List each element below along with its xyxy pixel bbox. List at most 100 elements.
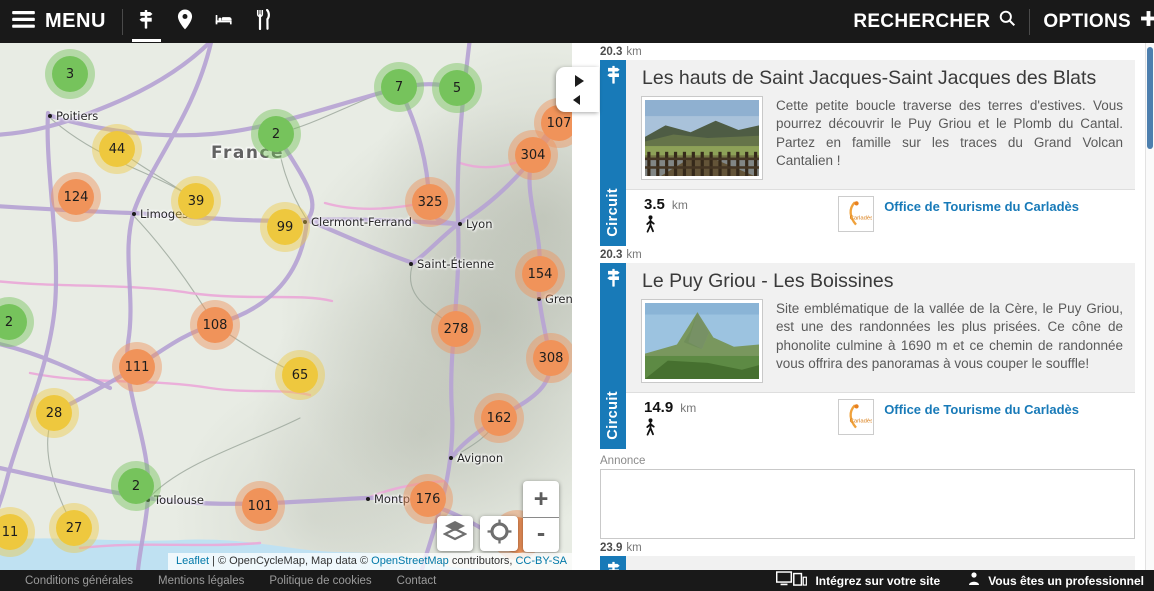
map-cluster-3[interactable]: 3 [52,56,88,92]
provider-block: Carladès Office de Tourisme du Carladès [838,399,1079,442]
map-cluster-108[interactable]: 108 [197,307,233,343]
svg-text:Carladès: Carladès [850,418,872,424]
scrollbar-thumb[interactable] [1147,47,1153,149]
panel-scrollbar[interactable] [1145,43,1154,570]
result-distance-label: 23.9km [600,542,1135,554]
zoom-in-button[interactable]: + [523,482,559,517]
hamburger-icon [12,11,35,33]
city-dot [409,262,413,266]
arrow-right-icon[interactable] [575,75,584,87]
attribution-text: contributors, [449,555,516,567]
bed-icon [215,9,233,35]
distance-unit: km [626,249,641,261]
tab-places[interactable] [166,0,205,43]
result-list: 20.3 km Circuit Les hauts de Saint Jacques-… [600,43,1135,570]
result-thumbnail[interactable] [642,300,762,382]
category-label: Circuit [605,391,621,440]
card-content: Le Puy Griou - Les BoissinesSite embléma… [626,263,1135,392]
map-pin-icon [176,9,194,35]
provider-logo[interactable]: Carladès [838,399,874,435]
map-cluster-308[interactable]: 308 [533,340,569,376]
category-bar: Circuit [600,60,626,246]
map-cluster-44[interactable]: 44 [99,131,135,167]
map-attribution: Leaflet | © OpenCycleMap, Map data © Ope… [168,553,572,570]
search-label: RECHERCHER [853,11,990,33]
map-cluster-124[interactable]: 124 [58,179,94,215]
map-cluster-99[interactable]: 99 [267,209,303,245]
tab-lodging[interactable] [205,0,244,43]
map-canvas[interactable]: France PoitiersLimogesClermont-FerrandLy… [0,43,572,570]
tab-trails[interactable] [127,0,166,43]
tab-restaurants[interactable] [244,0,283,43]
map-cluster-65[interactable]: 65 [282,357,318,393]
menu-button[interactable]: MENU [0,10,122,33]
map-cluster-325[interactable]: 325 [412,184,448,220]
trail-length-unit: km [680,401,696,415]
map-cluster-304[interactable]: 304 [515,137,551,173]
result-title[interactable]: Le Puy Griou - Les Boissines [642,270,1125,293]
embed-site-button[interactable]: Intégrez sur votre site [776,571,940,591]
result-card[interactable]: Circuit Le Puy Griou - Les BoissinesSite … [600,263,1135,449]
map-cluster-278[interactable]: 278 [438,311,474,347]
map-cluster-162[interactable]: 162 [481,400,517,436]
map-cluster-154[interactable]: 154 [522,256,558,292]
topbar-tabs [127,0,283,43]
attribution-link[interactable]: OpenStreetMap [371,555,449,567]
footer-link-mentions-l-gales[interactable]: Mentions légales [158,575,244,587]
city-dot [303,220,307,224]
card-main: Les hauts de Saint Jacques-Saint Jacques… [626,60,1135,246]
zoom-out-button[interactable]: - [523,517,559,552]
provider-link[interactable]: Office de Tourisme du Carladès [884,402,1079,417]
map-cluster-176[interactable]: 176 [410,481,446,517]
distance-value: 20.3 [600,249,622,261]
devices-icon [776,571,807,591]
map-cluster-101[interactable]: 101 [242,488,278,524]
trail-length: 3.5km [644,196,688,239]
map-cluster-27[interactable]: 27 [56,510,92,546]
result-card[interactable]: Circuit Les hauts de Saint Jacques-Saint … [600,60,1135,246]
arrow-left-icon[interactable] [573,95,580,105]
category-label: Circuit [605,188,621,237]
card-main: Le Puy Griou - Les BoissinesSite embléma… [626,263,1135,449]
map-city-avignon: Avignon [449,451,503,465]
category-bar [600,556,626,570]
city-dot [449,456,453,460]
plus-icon [1140,10,1154,33]
provider-link[interactable]: Office de Tourisme du Carladès [884,199,1079,214]
ad-placeholder [600,469,1135,539]
topbar-right: RECHERCHER OPTIONS [840,0,1154,43]
category-bar: Circuit [600,263,626,449]
attribution-link[interactable]: Leaflet [176,555,209,567]
map-cluster-111[interactable]: 111 [119,349,155,385]
map-locate-button[interactable] [480,516,518,551]
map-cluster-39[interactable]: 39 [178,183,214,219]
map-city-clermontferrand: Clermont-Ferrand [303,215,412,229]
options-button[interactable]: OPTIONS [1030,10,1154,33]
map-cluster-7[interactable]: 7 [381,69,417,105]
provider-logo[interactable]: Carladès [838,196,874,232]
city-name: Poitiers [56,109,98,123]
result-title[interactable]: Les hauts de Saint Jacques-Saint Jacques… [642,67,1125,90]
map-cluster-2[interactable]: 2 [118,468,154,504]
footer-link-contact[interactable]: Contact [397,575,437,587]
footer-link-conditions-g-n-rales[interactable]: Conditions générales [25,575,133,587]
map-zoom-control: + - [523,481,559,552]
map-layers-button[interactable] [437,516,473,551]
top-navigation-bar: MENU RECHERCHER OPTIONS [0,0,1154,43]
footer-link-politique-de-cookies[interactable]: Politique de cookies [269,575,371,587]
map-cluster-28[interactable]: 28 [36,395,72,431]
crosshair-icon [487,519,512,549]
map-cluster-2[interactable]: 2 [258,116,294,152]
result-thumbnail[interactable] [642,97,762,179]
map-cluster-5[interactable]: 5 [439,70,475,106]
walking-icon [644,418,696,442]
panel-collapse-tab[interactable] [556,67,599,112]
professional-button[interactable]: Vous êtes un professionnel [968,572,1144,589]
attribution-link[interactable]: CC-BY-SA [515,555,567,567]
provider-block: Carladès Office de Tourisme du Carladès [838,196,1079,239]
map-city-poitiers: Poitiers [48,109,98,123]
result-card-partial[interactable] [600,556,1135,570]
distance-unit: km [626,46,641,58]
search-icon [999,10,1016,33]
search-button[interactable]: RECHERCHER [840,10,1029,33]
